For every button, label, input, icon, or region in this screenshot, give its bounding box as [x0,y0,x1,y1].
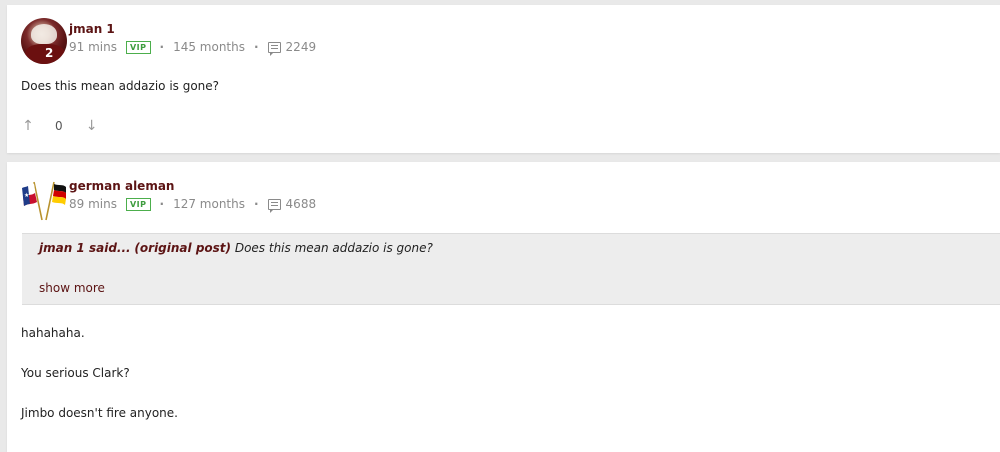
comment-icon [267,198,281,213]
avatar[interactable]: 2 [21,18,67,64]
arrow-up-icon[interactable]: ↑ [21,118,35,134]
separator-dot: · [253,40,259,54]
quote-author[interactable]: jman 1 said... [39,241,131,255]
user-post-count: 4688 [285,197,317,211]
member-tenure: 145 months [173,40,245,54]
post-card: ★ german aleman 89 mins VIP · 127 months… [7,162,1000,452]
quote-block: jman 1 said... (original post) Does this… [22,233,1000,305]
separator-dot: · [159,40,165,54]
separator-dot: · [253,197,259,211]
user-post-count: 2249 [285,40,317,54]
vip-badge: VIP [125,197,151,211]
quote-text: jman 1 said... (original post) Does this… [39,241,433,255]
post-body-line: hahahaha. [21,326,85,340]
quote-body: Does this mean addazio is gone? [231,241,433,255]
post-body-line: You serious Clark? [21,366,130,380]
quote-source-link[interactable]: (original post) [134,241,231,255]
avatar[interactable]: ★ [21,176,67,222]
post-time: 91 mins [69,40,117,54]
post-card: 2 jman 1 91 mins VIP · 145 months · 2249… [7,5,1000,153]
germany-flag-icon [52,184,66,205]
username[interactable]: jman 1 [69,22,115,36]
comment-icon [267,41,281,56]
svg-text:★: ★ [24,192,29,199]
post-meta: 89 mins VIP · 127 months · 4688 [69,197,317,213]
arrow-down-icon[interactable]: ↓ [85,118,99,134]
post-body-line: Jimbo doesn't fire anyone. [21,406,178,420]
avatar-jersey-number: 2 [45,46,54,60]
post-time: 89 mins [69,197,117,211]
vip-badge: VIP [125,40,151,54]
post-meta: 91 mins VIP · 145 months · 2249 [69,40,317,56]
show-more-link[interactable]: show more [39,281,105,295]
username[interactable]: german aleman [69,179,174,193]
vote-controls: ↑ 0 ↓ [21,118,99,134]
avatar-helmet [31,24,57,44]
separator-dot: · [159,197,165,211]
vote-count: 0 [55,119,63,133]
member-tenure: 127 months [173,197,245,211]
post-body: Does this mean addazio is gone? [21,79,220,93]
